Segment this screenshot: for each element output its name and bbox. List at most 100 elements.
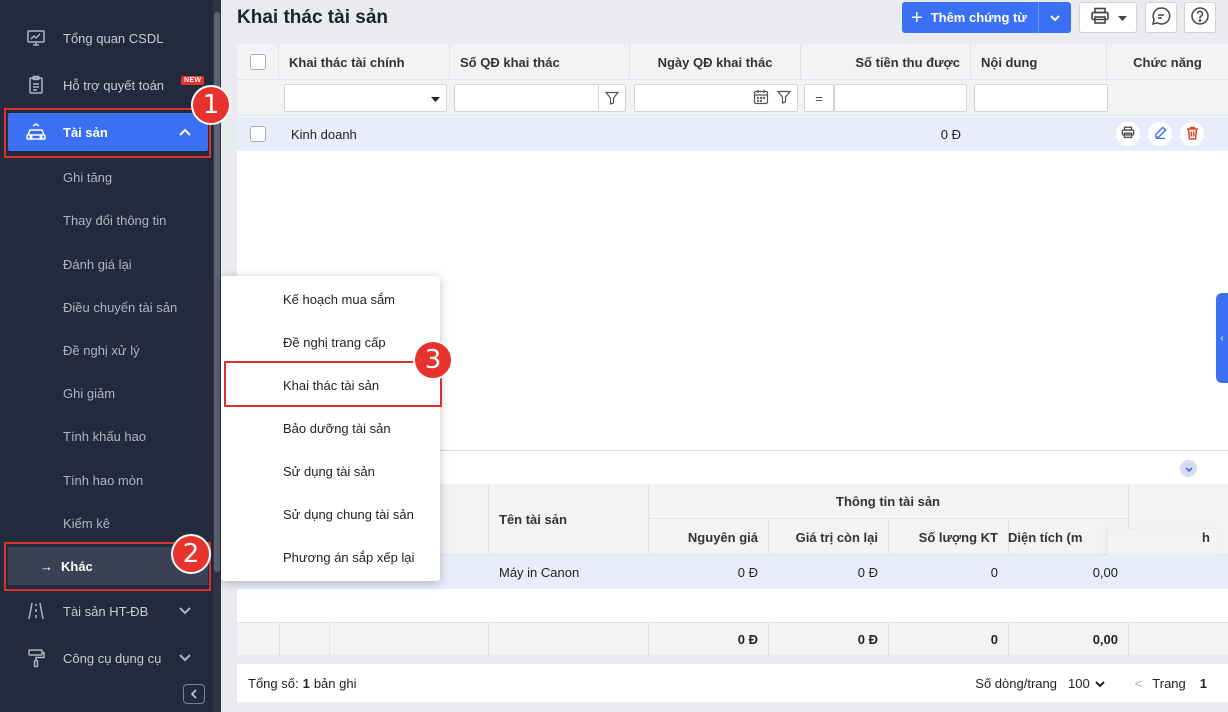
sidebar-subitem[interactable]: Điều chuyển tài sản xyxy=(8,288,208,326)
amount-filter-input[interactable] xyxy=(834,84,967,112)
caret-down-icon xyxy=(431,91,440,106)
sidebar-subitem[interactable]: Kiểm kê xyxy=(8,504,208,542)
cell-area: 0,00 xyxy=(1092,565,1118,580)
row-edit-button[interactable] xyxy=(1148,122,1172,146)
menu-item-khai-thac-tai-san[interactable]: Khai thác tài sản xyxy=(221,364,440,407)
sidebar-item-cong-cu-dung-cu[interactable]: Công cụ dụng cụ xyxy=(8,639,208,677)
column-header[interactable]: Số tiền thu được xyxy=(801,44,971,80)
step-marker-2: 2 xyxy=(171,534,211,574)
column-header: Chức năng xyxy=(1133,54,1202,70)
divider xyxy=(279,623,280,656)
rows-per-page-value: 100 xyxy=(1067,675,1090,691)
menu-item[interactable]: Phương án sắp xếp lại xyxy=(221,536,440,579)
pagination-bar: Tổng số: 1 bản ghi Số dòng/trang 100 < T… xyxy=(237,664,1228,702)
column-header: Diện tích (m xyxy=(1008,519,1121,555)
table-row[interactable]: Kinh doanh 0 Đ xyxy=(237,117,1228,151)
sidebar-subitem[interactable]: Đánh giá lại xyxy=(8,245,208,283)
print-button[interactable] xyxy=(1079,2,1137,33)
cell-remaining-value: 0 Đ xyxy=(857,565,878,580)
cell-quantity: 0 xyxy=(990,565,998,580)
prev-page-button[interactable]: < xyxy=(1135,676,1143,691)
table-header: Khai thác tài chính Số QĐ khai thác Ngày… xyxy=(237,44,1228,80)
add-document-button-group: + Thêm chứng từ xyxy=(902,2,1071,33)
chevron-down-icon xyxy=(1049,10,1061,25)
divider xyxy=(329,623,330,656)
sidebar-subitem-label: Khác xyxy=(61,558,93,574)
feedback-button[interactable] xyxy=(1145,2,1177,33)
help-circle-icon xyxy=(1190,6,1210,29)
filter-row: = xyxy=(237,80,1228,116)
menu-item[interactable]: Sử dụng chung tài sản xyxy=(221,493,440,536)
new-badge: NEW xyxy=(181,76,205,85)
sidebar-item-tong-quan[interactable]: Tổng quan CSDL xyxy=(8,19,208,57)
chevron-down-icon xyxy=(178,653,194,663)
row-delete-button[interactable] xyxy=(1180,122,1204,146)
decision-number-filter-input[interactable] xyxy=(454,84,626,112)
cell-amount: 0 Đ xyxy=(940,126,961,142)
menu-item[interactable]: Đề nghị trang cấp xyxy=(221,321,440,364)
decision-date-filter-input[interactable] xyxy=(634,84,798,112)
sidebar-item-label: Công cụ dụng cụ xyxy=(63,650,162,666)
content-filter-input[interactable] xyxy=(974,84,1108,112)
side-panel-handle[interactable]: ‹ xyxy=(1216,293,1228,383)
total-area: 0,00 xyxy=(1092,632,1118,647)
collapse-sidebar-button[interactable] xyxy=(183,684,205,704)
add-document-dropdown-button[interactable] xyxy=(1039,10,1071,25)
column-header[interactable]: Nội dung xyxy=(971,44,1107,80)
sidebar-item-tai-san-ht-db[interactable]: Tài sản HT-ĐB xyxy=(8,592,208,630)
help-button[interactable] xyxy=(1184,2,1216,33)
chevron-down-icon xyxy=(1184,461,1193,476)
column-header: Tên tài sản xyxy=(499,512,567,527)
menu-item[interactable]: Kế hoạch mua sắm xyxy=(221,278,440,321)
sidebar-subitem[interactable]: Ghi giảm xyxy=(8,374,208,412)
row-select-cell xyxy=(237,126,279,142)
column-header[interactable]: Ngày QĐ khai thác xyxy=(630,44,801,80)
rows-per-page-select[interactable]: 100 xyxy=(1068,676,1105,691)
total-prefix: Tổng số: xyxy=(248,675,299,691)
sidebar-item-ho-tro-quyet-toan[interactable]: Hỗ trợ quyết toán xyxy=(8,66,208,104)
menu-item[interactable]: Bảo dưỡng tài sản xyxy=(221,407,440,450)
clipboard-list-icon xyxy=(22,74,50,96)
asset-totals-row: 0 Đ 0 Đ 0 0,00 xyxy=(237,622,1228,656)
divider xyxy=(488,484,489,555)
total-original-price: 0 Đ xyxy=(737,632,758,647)
step-marker-3: 3 xyxy=(413,340,453,380)
chevron-left-icon xyxy=(190,687,198,702)
pencil-icon xyxy=(1154,126,1167,142)
step-marker-1: 1 xyxy=(191,85,231,125)
sidebar-subitem[interactable]: Tính khấu hao xyxy=(8,417,208,455)
financial-type-filter-select[interactable] xyxy=(284,84,447,112)
filter-icon[interactable] xyxy=(598,85,619,111)
row-checkbox[interactable] xyxy=(250,126,266,142)
printer-icon xyxy=(1121,126,1135,142)
filter-icon[interactable] xyxy=(776,90,792,107)
add-document-label: Thêm chứng từ xyxy=(930,10,1027,25)
row-print-button[interactable] xyxy=(1116,122,1140,146)
calendar-icon[interactable] xyxy=(753,89,769,108)
plus-icon: + xyxy=(911,6,923,29)
select-all-checkbox[interactable] xyxy=(249,54,266,70)
printer-icon xyxy=(1090,7,1110,28)
cell-original-price: 0 Đ xyxy=(737,565,758,580)
column-header: Số lượng KT xyxy=(918,529,998,545)
trash-icon xyxy=(1186,126,1199,143)
sidebar-subitem[interactable]: Đề nghị xử lý xyxy=(8,331,208,369)
column-header[interactable]: Khai thác tài chính xyxy=(279,44,450,80)
sidebar-subitem[interactable]: Ghi tăng xyxy=(8,158,208,196)
other-submenu-popup: Kế hoạch mua sắm Đề nghị trang cấp Khai … xyxy=(221,276,440,581)
sidebar-item-tai-san[interactable]: Tài sản xyxy=(8,113,208,151)
current-page[interactable]: 1 xyxy=(1200,676,1207,691)
column-header: Giá trị còn lại xyxy=(795,529,878,545)
menu-item[interactable]: Sử dụng tài sản xyxy=(221,450,440,493)
sidebar-subitem[interactable]: Thay đổi thông tin xyxy=(8,201,208,239)
column-header[interactable]: Số QĐ khai thác xyxy=(450,44,630,80)
cell-financial-type: Kinh doanh xyxy=(291,126,357,142)
sidebar-item-label: Tổng quan CSDL xyxy=(63,30,164,46)
sidebar-subitem[interactable]: Tính hao mòn xyxy=(8,461,208,499)
group-header: Thông tin tài sản xyxy=(836,493,940,509)
cell-asset-name: Máy in Canon xyxy=(499,565,580,580)
arrow-right-icon: → xyxy=(40,558,53,574)
amount-operator-select[interactable]: = xyxy=(804,84,834,112)
add-document-button[interactable]: + Thêm chứng từ xyxy=(902,2,1039,33)
expand-detail-button[interactable] xyxy=(1180,460,1197,477)
